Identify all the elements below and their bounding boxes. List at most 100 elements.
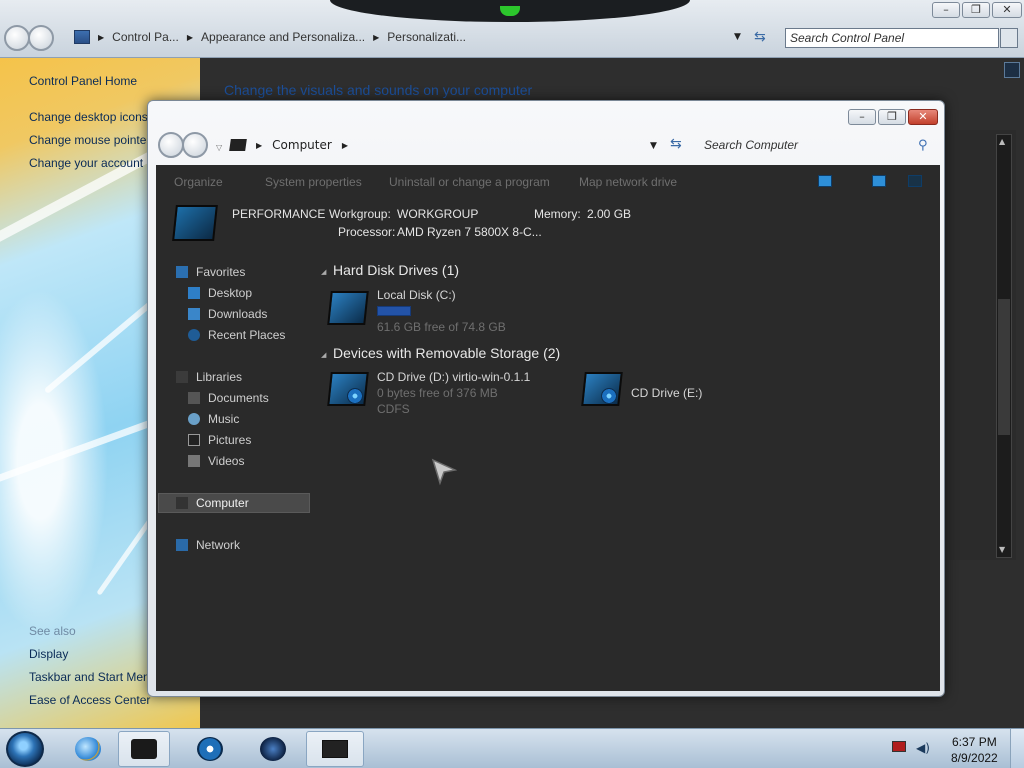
change-mouse-pointers-link[interactable]: Change mouse pointe [29,133,146,147]
scrollbar-thumb[interactable] [998,299,1010,435]
nav-recent-places-label: Recent Places [208,328,286,342]
address-dropdown-icon[interactable]: ▼ [650,141,657,151]
pc-window-controls: – ❐ ✕ [848,109,938,125]
chevron-right-icon[interactable]: ▶ [342,141,348,150]
nav-computer[interactable]: Computer [176,496,249,510]
nav-favorites-label: Favorites [196,265,246,279]
uninstall-program-button[interactable]: Uninstall or change a program [389,175,550,189]
memory-label: Memory: [534,207,581,221]
network-taskbar-button[interactable] [247,731,299,767]
drive-c-free: 61.6 GB free of 74.8 GB [377,320,506,334]
memory-value: 2.00 GB [587,207,632,221]
help-icon[interactable] [908,175,922,187]
cp-breadcrumb[interactable]: ▶ Control Pa... ▶ Appearance and Persona… [74,26,754,48]
media-player-taskbar-button[interactable] [184,731,236,767]
collapse-icon[interactable]: ◢ [321,351,326,359]
breadcrumb-personalization[interactable]: Personalizati... [387,30,466,44]
pc-minimize-button[interactable]: – [848,109,876,125]
computer-icon [229,139,247,151]
forward-button[interactable] [182,132,208,158]
group-hard-disk-drives[interactable]: Hard Disk Drives (1) [333,262,459,278]
search-icon[interactable]: ⚲ [918,138,928,153]
start-button[interactable] [6,731,44,767]
cp-minimize-button[interactable]: – [932,2,960,18]
taskbar-start-menu-link[interactable]: Taskbar and Start Men [29,670,150,684]
music-icon [188,413,200,425]
cp-search-button[interactable] [1000,28,1018,48]
forward-button[interactable] [28,25,54,51]
chevron-right-icon[interactable]: ▶ [373,33,379,42]
chevron-right-icon[interactable]: ▶ [187,33,193,42]
cd-drive-icon[interactable] [327,368,369,408]
pc-search-input[interactable]: Search Computer [700,135,938,157]
clock-date[interactable]: 8/9/2022 [951,751,998,765]
drive-c-name[interactable]: Local Disk (C:) [377,288,456,302]
change-account-picture-link[interactable]: Change your account [29,156,143,170]
preview-pane-icon[interactable] [872,175,886,187]
recent-pages-icon[interactable]: ▽ [216,143,222,152]
clock-time[interactable]: 6:37 PM [952,735,997,749]
libraries-icon [176,371,188,383]
map-network-drive-button[interactable]: Map network drive [579,175,677,189]
control-panel-home-link[interactable]: Control Panel Home [29,74,137,88]
show-desktop-button[interactable] [1010,729,1024,768]
breadcrumb-control-panel[interactable]: Control Pa... [112,30,179,44]
nav-music[interactable]: Music [188,412,239,426]
hard-drive-icon[interactable] [327,287,369,327]
refresh-icon[interactable]: ⇆ [754,29,766,45]
nav-favorites[interactable]: Favorites [176,265,245,279]
ease-of-access-link[interactable]: Ease of Access Center [29,693,150,707]
refresh-icon[interactable]: ⇆ [670,136,682,152]
address-dropdown-icon[interactable]: ▼ [734,32,741,42]
breadcrumb-appearance[interactable]: Appearance and Personaliza... [201,30,365,44]
drive-e-name[interactable]: CD Drive (E:) [631,386,702,400]
nav-libraries[interactable]: Libraries [176,370,242,384]
nav-downloads[interactable]: Downloads [188,307,267,321]
help-icon[interactable] [1004,62,1020,78]
scroll-down-icon[interactable]: ▼ [999,545,1005,554]
nav-pictures[interactable]: Pictures [188,433,251,447]
mouse-cursor-icon [431,458,457,486]
scroll-up-icon[interactable]: ▲ [999,137,1005,146]
documents-icon [188,392,200,404]
cp-heading-link[interactable]: Change the visuals and sounds on your co… [224,82,532,98]
volume-icon[interactable]: ◀) [916,741,930,755]
change-view-icon[interactable] [818,175,832,187]
pc-address-bar[interactable]: ▶ Computer ▶ [229,135,348,155]
drive-d-name[interactable]: CD Drive (D:) virtio-win-0.1.1 [377,370,530,384]
workgroup-label: Workgroup: [329,207,391,221]
organize-button[interactable]: Organize [174,175,223,189]
pc-maximize-button[interactable]: ❐ [878,109,906,125]
nav-pictures-label: Pictures [208,433,252,447]
back-button[interactable] [158,132,184,158]
cd-drive-icon[interactable] [581,368,623,408]
system-properties-button[interactable]: System properties [265,175,362,189]
cp-search-input[interactable]: Search Control Panel [785,28,999,48]
action-center-flag-icon[interactable] [892,741,906,752]
back-button[interactable] [4,25,30,51]
cp-maximize-button[interactable]: ❐ [962,2,990,18]
pc-content: Organize System properties Uninstall or … [156,165,940,691]
nav-documents[interactable]: Documents [188,391,269,405]
nav-recent-places[interactable]: Recent Places [188,328,285,342]
control-panel-taskbar-button[interactable] [306,731,364,767]
nav-videos[interactable]: Videos [188,454,244,468]
nav-downloads-label: Downloads [208,307,268,321]
change-desktop-icons-link[interactable]: Change desktop icons [29,110,148,124]
chevron-right-icon[interactable]: ▶ [98,33,104,42]
address-computer[interactable]: Computer [272,138,332,152]
nav-music-label: Music [208,412,240,426]
internet-explorer-icon [75,737,101,761]
nav-desktop[interactable]: Desktop [188,286,252,300]
cp-scrollbar[interactable]: ▲ ▼ [996,134,1012,558]
pc-close-button[interactable]: ✕ [908,109,938,125]
display-link[interactable]: Display [29,647,68,661]
chevron-right-icon[interactable]: ▶ [256,141,262,150]
collapse-icon[interactable]: ◢ [321,268,326,276]
internet-explorer-taskbar-button[interactable] [62,731,114,767]
nav-network[interactable]: Network [176,538,240,552]
group-removable-storage[interactable]: Devices with Removable Storage (2) [333,345,560,361]
cp-close-button[interactable]: ✕ [992,2,1022,18]
title-notch [330,0,690,22]
explorer-taskbar-button[interactable] [118,731,170,767]
